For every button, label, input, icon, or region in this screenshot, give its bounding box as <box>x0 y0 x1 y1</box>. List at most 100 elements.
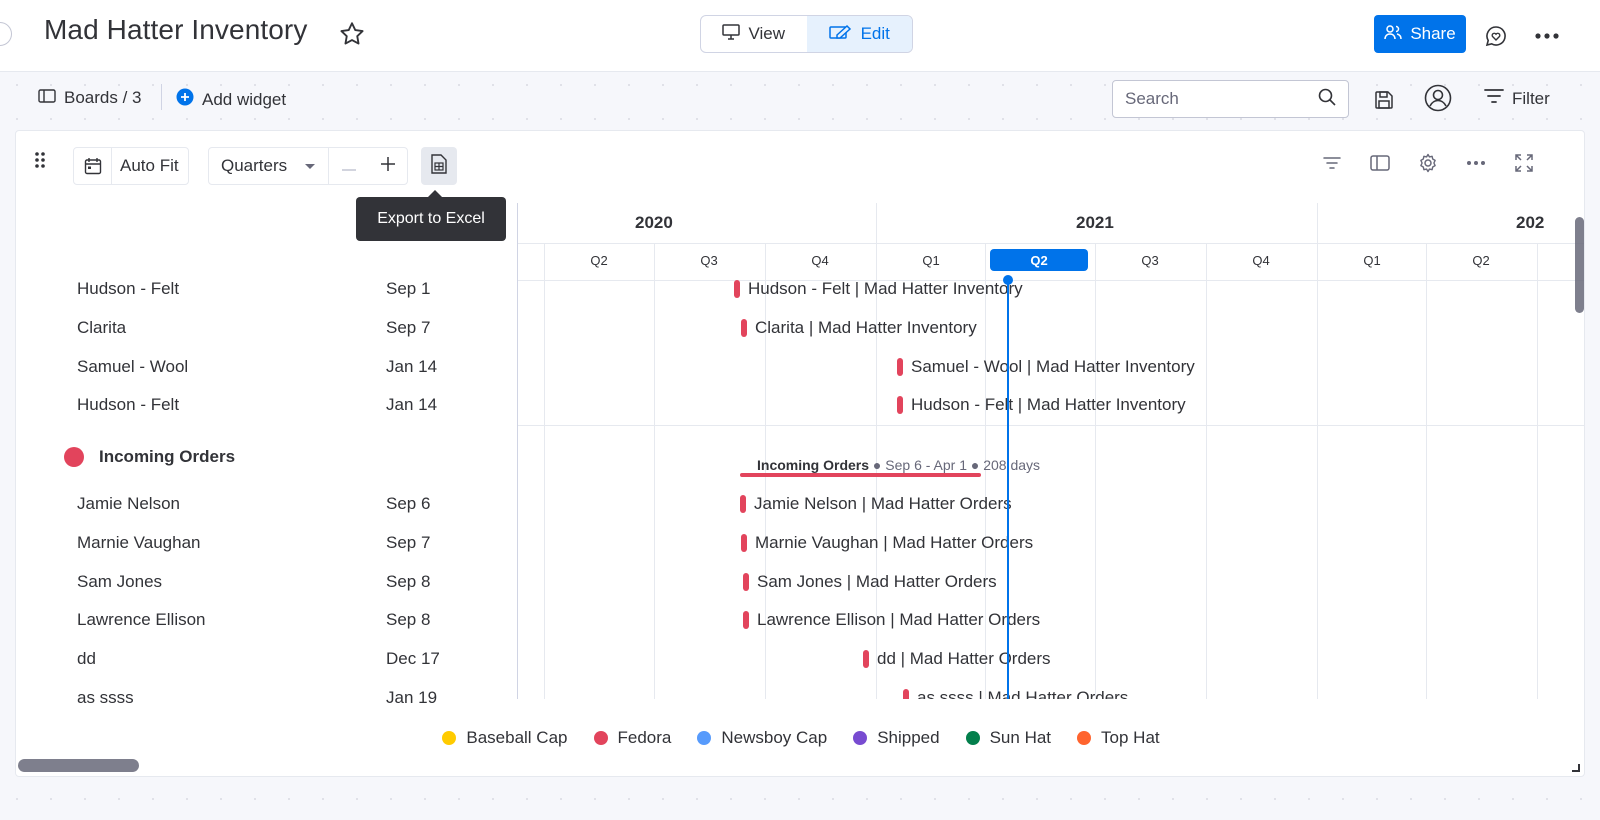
group-header-incoming-orders[interactable]: Incoming Orders <box>16 434 518 480</box>
timeline-item[interactable]: Clarita | Mad Hatter Inventory <box>741 318 977 338</box>
zoom-in-button[interactable] <box>369 148 407 184</box>
widget-sidepanel-icon[interactable] <box>1366 149 1394 177</box>
list-item[interactable]: Samuel - Wool Jan 14 <box>16 347 518 386</box>
auto-fit-label: Auto Fit <box>120 156 179 175</box>
quarter-gridline <box>1426 243 1427 699</box>
year-divider <box>1317 203 1318 243</box>
timeline-item-label: Clarita | Mad Hatter Inventory <box>755 318 977 337</box>
more-options-icon[interactable] <box>1532 22 1562 50</box>
search-input[interactable] <box>1125 89 1305 109</box>
list-item[interactable]: Sam Jones Sep 8 <box>16 562 518 601</box>
save-disk-icon[interactable] <box>1370 86 1398 114</box>
timeline-item[interactable]: Sam Jones | Mad Hatter Orders <box>743 572 997 592</box>
minus-icon <box>342 156 356 176</box>
list-item[interactable]: Hudson - Felt Jan 14 <box>16 385 518 424</box>
legend-item-top-hat: Top Hat <box>1077 728 1160 748</box>
vertical-scrollbar[interactable] <box>1575 217 1584 313</box>
scale-dropdown[interactable]: Quarters <box>209 148 329 184</box>
favorite-star-icon[interactable] <box>338 20 368 50</box>
timeline-item-label: Sam Jones | Mad Hatter Orders <box>757 572 997 591</box>
list-item[interactable]: Jamie Nelson Sep 6 <box>16 484 518 523</box>
search-icon <box>1318 88 1336 111</box>
legend-label: Shipped <box>877 728 940 747</box>
legend-item-fedora: Fedora <box>593 728 672 748</box>
year-label: 2021 <box>1076 213 1114 232</box>
add-circle-icon <box>176 88 194 111</box>
page-title: Mad Hatter Inventory <box>44 14 308 45</box>
item-name: Jamie Nelson <box>77 493 180 513</box>
view-mode-label: View <box>748 24 786 43</box>
fullscreen-expand-icon[interactable] <box>1510 149 1538 177</box>
legend-item-newsboy-cap: Newsboy Cap <box>697 728 827 748</box>
list-item[interactable]: dd Dec 17 <box>16 639 518 678</box>
auto-fit-button[interactable]: Auto Fit <box>73 147 189 185</box>
timeline-item[interactable]: as ssss | Mad Hatter Orders <box>903 688 1128 699</box>
zoom-out-button[interactable] <box>329 148 369 184</box>
item-name: Hudson - Felt <box>77 278 180 298</box>
boards-button[interactable]: Boards / 3 <box>38 88 142 108</box>
list-item[interactable]: Hudson - Felt Sep 1 <box>16 269 518 308</box>
item-date: Jan 14 <box>386 356 438 376</box>
filter-button[interactable]: Filter <box>1484 88 1550 109</box>
list-item[interactable]: Lawrence Ellison Sep 8 <box>16 600 518 639</box>
quarter-label: Q4 <box>811 253 829 268</box>
item-date: Sep 1 <box>386 278 431 298</box>
search-field[interactable] <box>1112 80 1349 118</box>
legend-dot <box>442 731 457 745</box>
export-tooltip: Export to Excel <box>356 190 506 241</box>
quarter-gridline <box>1537 243 1538 699</box>
add-widget-button[interactable]: Add widget <box>176 88 286 111</box>
calendar-icon <box>74 148 112 184</box>
updates-chat-icon[interactable] <box>1482 22 1510 50</box>
quarter-label: Q3 <box>1141 253 1159 268</box>
legend-label: Baseball Cap <box>466 728 568 747</box>
timeline-item[interactable]: dd | Mad Hatter Orders <box>863 649 1051 669</box>
scale-dropdown-value: Quarters <box>221 156 288 175</box>
view-mode-button[interactable]: View <box>701 16 807 52</box>
excel-sheet-icon <box>431 153 447 179</box>
quarter-label: Q1 <box>1363 253 1381 268</box>
timeline-gantt: 2020 2021 202 Q2 Q3 Q4 Q1 Q2 Q3 Q4 Q1 Q2… <box>518 203 1584 699</box>
timeline-item[interactable]: Hudson - Felt | Mad Hatter Inventory <box>897 395 1186 415</box>
today-indicator-line <box>1007 279 1009 699</box>
timeline-item[interactable]: Marnie Vaughan | Mad Hatter Orders <box>741 533 1033 553</box>
share-button[interactable]: Share <box>1374 15 1466 53</box>
user-avatar-icon[interactable] <box>1422 82 1454 114</box>
legend-label: Fedora <box>617 728 672 747</box>
resize-handle-icon[interactable] <box>1572 764 1580 772</box>
export-excel-button[interactable] <box>421 147 457 185</box>
list-item[interactable]: Marnie Vaughan Sep 7 <box>16 523 518 562</box>
timeline-item[interactable]: Hudson - Felt | Mad Hatter Inventory <box>734 279 1023 299</box>
collapse-panel-button[interactable] <box>0 22 12 46</box>
item-name: Clarita <box>77 317 127 337</box>
item-date: Sep 7 <box>386 317 431 337</box>
monitor-icon <box>722 23 741 45</box>
timeline-item-label: Samuel - Wool | Mad Hatter Inventory <box>911 357 1195 376</box>
caret-down-icon <box>304 156 316 176</box>
timeline-item-label: as ssss | Mad Hatter Orders <box>917 688 1129 699</box>
widget-filter-icon[interactable] <box>1318 149 1346 177</box>
timeline-item[interactable]: Jamie Nelson | Mad Hatter Orders <box>740 494 1012 514</box>
widget-settings-gear-icon[interactable] <box>1414 149 1442 177</box>
item-marker <box>741 534 747 552</box>
drag-handle-icon[interactable] <box>34 151 46 174</box>
timeline-item[interactable]: Samuel - Wool | Mad Hatter Inventory <box>897 357 1195 377</box>
share-label: Share <box>1410 24 1456 43</box>
timeline-item-label: Marnie Vaughan | Mad Hatter Orders <box>755 533 1034 552</box>
legend-item-shipped: Shipped <box>853 728 940 748</box>
plus-icon <box>381 156 395 176</box>
color-legend: Baseball Cap Fedora Newsboy Cap Shipped … <box>16 699 1584 776</box>
timeline-item-label: Lawrence Ellison | Mad Hatter Orders <box>757 610 1041 629</box>
item-date: Sep 8 <box>386 609 431 629</box>
list-item[interactable]: Clarita Sep 7 <box>16 308 518 347</box>
timeline-item[interactable]: Lawrence Ellison | Mad Hatter Orders <box>743 610 1040 630</box>
year-label: 202 <box>1516 213 1545 232</box>
edit-mode-button[interactable]: Edit <box>806 16 912 52</box>
widget-more-icon[interactable] <box>1462 149 1490 177</box>
group-summary-bar[interactable] <box>740 473 981 477</box>
item-name: Marnie Vaughan <box>77 532 201 552</box>
group-name: Incoming Orders <box>99 447 236 466</box>
group-summary-range: ● Sep 6 - Apr 1 ● 208 days <box>872 457 1041 473</box>
item-marker <box>897 358 903 376</box>
quarter-gridline <box>544 243 545 699</box>
